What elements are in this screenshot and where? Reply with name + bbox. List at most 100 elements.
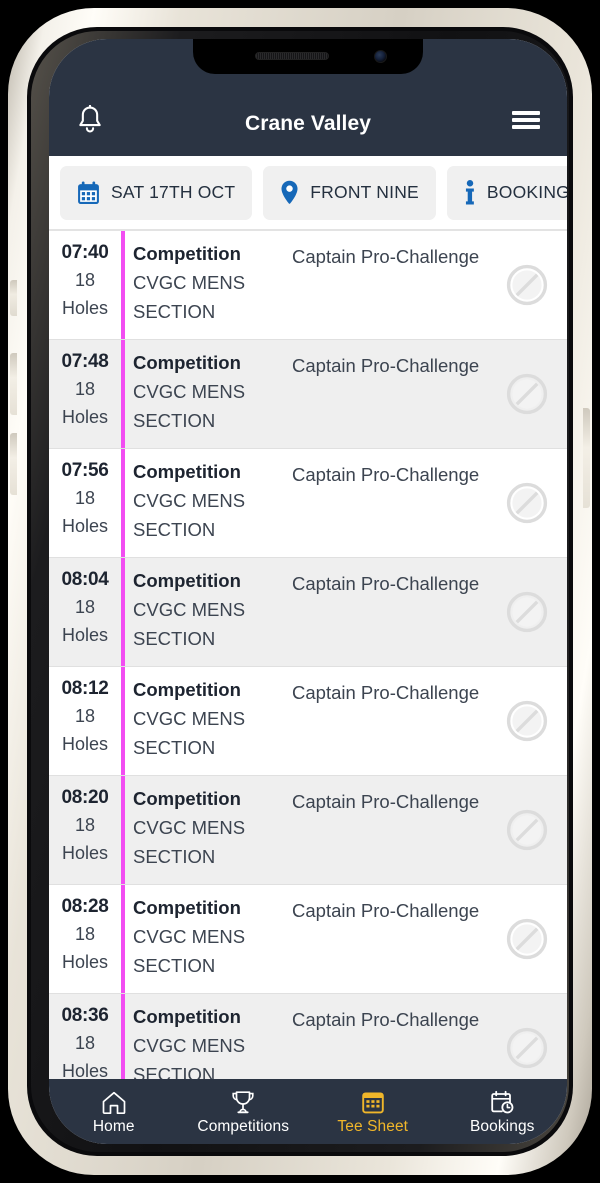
tee-time: 08:12	[61, 678, 109, 699]
nav-item-competitions-label: Competitions	[197, 1117, 290, 1135]
tee-section: CVGC MENS SECTION	[133, 708, 246, 758]
tee-type-cell: Competition CVGC MENS SECTION	[125, 667, 288, 775]
bell-icon	[79, 105, 101, 133]
tee-booking-type: Competition	[133, 1006, 241, 1027]
power-button[interactable]	[583, 408, 590, 508]
tee-status-cell[interactable]	[493, 449, 567, 557]
tee-time-cell: 08:28 18 Holes	[49, 885, 125, 993]
tee-time-row[interactable]: 07:56 18 Holes Competition CVGC MENS SECTION…	[49, 449, 567, 558]
tee-sheet-list[interactable]: 07:40 18 Holes Competition CVGC MENS SECTION…	[49, 229, 567, 1079]
tee-booking-type: Competition	[133, 570, 241, 591]
tee-event-name: Captain Pro-Challenge	[292, 682, 480, 703]
tee-status-cell[interactable]	[493, 667, 567, 775]
tee-time-cell: 08:36 18 Holes	[49, 994, 125, 1079]
tee-event-cell: Captain Pro-Challenge	[288, 994, 493, 1079]
nav-item-home[interactable]: Home	[49, 1079, 179, 1144]
filter-chip-course[interactable]: FRONT NINE	[263, 165, 436, 220]
tee-holes-label: Holes	[61, 298, 109, 318]
no-entry-icon	[506, 809, 548, 851]
nav-item-home-label: Home	[92, 1117, 135, 1135]
nav-item-bookings[interactable]: Bookings	[438, 1079, 568, 1144]
tee-event-name: Captain Pro-Challenge	[292, 573, 480, 594]
tee-event-name: Captain Pro-Challenge	[292, 1009, 480, 1030]
tee-type-cell: Competition CVGC MENS SECTION	[125, 885, 288, 993]
filter-chip-booking[interactable]: BOOKING	[446, 165, 567, 220]
tee-section: CVGC MENS SECTION	[133, 1035, 246, 1079]
tee-time-row[interactable]: 08:20 18 Holes Competition CVGC MENS SECTION…	[49, 776, 567, 885]
mute-switch[interactable]	[10, 280, 17, 316]
nav-item-competitions[interactable]: Competitions	[179, 1079, 309, 1144]
volume-down-button[interactable]	[10, 433, 17, 495]
tee-type-cell: Competition CVGC MENS SECTION	[125, 776, 288, 884]
nav-item-tee-sheet[interactable]: Tee Sheet	[308, 1079, 438, 1144]
calendar-grid-icon	[362, 1091, 384, 1113]
notifications-button[interactable]	[67, 97, 113, 143]
no-entry-icon	[506, 264, 548, 306]
tee-time-cell: 07:48 18 Holes	[49, 340, 125, 448]
front-camera	[374, 50, 387, 63]
tee-holes-label: Holes	[61, 625, 109, 645]
tee-event-cell: Captain Pro-Challenge	[288, 667, 493, 775]
bottom-navigation-bar: Home Competitions Tee Sheet Bookings	[49, 1079, 567, 1144]
info-icon	[464, 180, 476, 205]
tee-event-cell: Captain Pro-Challenge	[288, 449, 493, 557]
tee-event-cell: Captain Pro-Challenge	[288, 558, 493, 666]
tee-holes-count: 18	[74, 597, 96, 617]
filter-bar: SAT 17TH OCT FRONT NINE BOOKING	[49, 156, 567, 229]
no-entry-icon	[506, 700, 548, 742]
tee-holes-label: Holes	[61, 516, 109, 536]
tee-time-row[interactable]: 08:12 18 Holes Competition CVGC MENS SECTION…	[49, 667, 567, 776]
tee-section: CVGC MENS SECTION	[133, 817, 246, 867]
calendar-clock-icon	[491, 1090, 514, 1113]
tee-section: CVGC MENS SECTION	[133, 381, 246, 431]
tee-holes-label: Holes	[61, 407, 109, 427]
tee-type-cell: Competition CVGC MENS SECTION	[125, 340, 288, 448]
hamburger-menu-icon	[512, 108, 540, 132]
tee-holes-count: 18	[74, 270, 96, 290]
tee-holes-count: 18	[74, 924, 96, 944]
tee-status-cell[interactable]	[493, 994, 567, 1079]
tee-event-cell: Captain Pro-Challenge	[288, 231, 493, 339]
tee-booking-type: Competition	[133, 243, 241, 264]
tee-booking-type: Competition	[133, 679, 241, 700]
hamburger-menu-button[interactable]	[503, 97, 549, 143]
page-title: Crane Valley	[244, 112, 372, 135]
tee-time: 08:20	[61, 787, 109, 808]
no-entry-icon	[506, 373, 548, 415]
volume-up-button[interactable]	[10, 353, 17, 415]
filter-chip-booking-label: BOOKING	[486, 182, 567, 202]
map-pin-icon	[280, 180, 299, 205]
no-entry-icon	[506, 918, 548, 960]
tee-status-cell[interactable]	[493, 231, 567, 339]
tee-event-cell: Captain Pro-Challenge	[288, 776, 493, 884]
tee-booking-type: Competition	[133, 897, 241, 918]
tee-status-cell[interactable]	[493, 776, 567, 884]
tee-holes-count: 18	[74, 706, 96, 726]
tee-time: 07:48	[61, 351, 109, 372]
tee-time-row[interactable]: 08:04 18 Holes Competition CVGC MENS SECTION…	[49, 558, 567, 667]
filter-chip-course-label: FRONT NINE	[310, 182, 419, 202]
tee-time: 07:40	[61, 242, 109, 263]
filter-chip-date[interactable]: SAT 17TH OCT	[60, 165, 253, 220]
no-entry-icon	[506, 1027, 548, 1069]
tee-status-cell[interactable]	[493, 885, 567, 993]
earpiece-speaker	[255, 52, 329, 60]
tee-time-row[interactable]: 07:48 18 Holes Competition CVGC MENS SECTION…	[49, 340, 567, 449]
tee-holes-label: Holes	[61, 734, 109, 754]
tee-time-cell: 08:04 18 Holes	[49, 558, 125, 666]
calendar-icon	[77, 181, 100, 205]
tee-type-cell: Competition CVGC MENS SECTION	[125, 994, 288, 1079]
phone-screen: Crane Valley SAT 17TH OCT FRONT NINE BOO…	[49, 39, 567, 1144]
no-entry-icon	[506, 591, 548, 633]
tee-booking-type: Competition	[133, 788, 241, 809]
tee-time-row[interactable]: 07:40 18 Holes Competition CVGC MENS SECTION…	[49, 231, 567, 340]
tee-time: 08:36	[61, 1005, 109, 1026]
nav-item-bookings-label: Bookings	[469, 1117, 535, 1135]
phone-frame: Crane Valley SAT 17TH OCT FRONT NINE BOO…	[8, 8, 592, 1175]
tee-time-row[interactable]: 08:36 18 Holes Competition CVGC MENS SECTION…	[49, 994, 567, 1079]
tee-type-cell: Competition CVGC MENS SECTION	[125, 558, 288, 666]
tee-status-cell[interactable]	[493, 558, 567, 666]
tee-time-row[interactable]: 08:28 18 Holes Competition CVGC MENS SECTION…	[49, 885, 567, 994]
tee-status-cell[interactable]	[493, 340, 567, 448]
tee-time: 08:28	[61, 896, 109, 917]
